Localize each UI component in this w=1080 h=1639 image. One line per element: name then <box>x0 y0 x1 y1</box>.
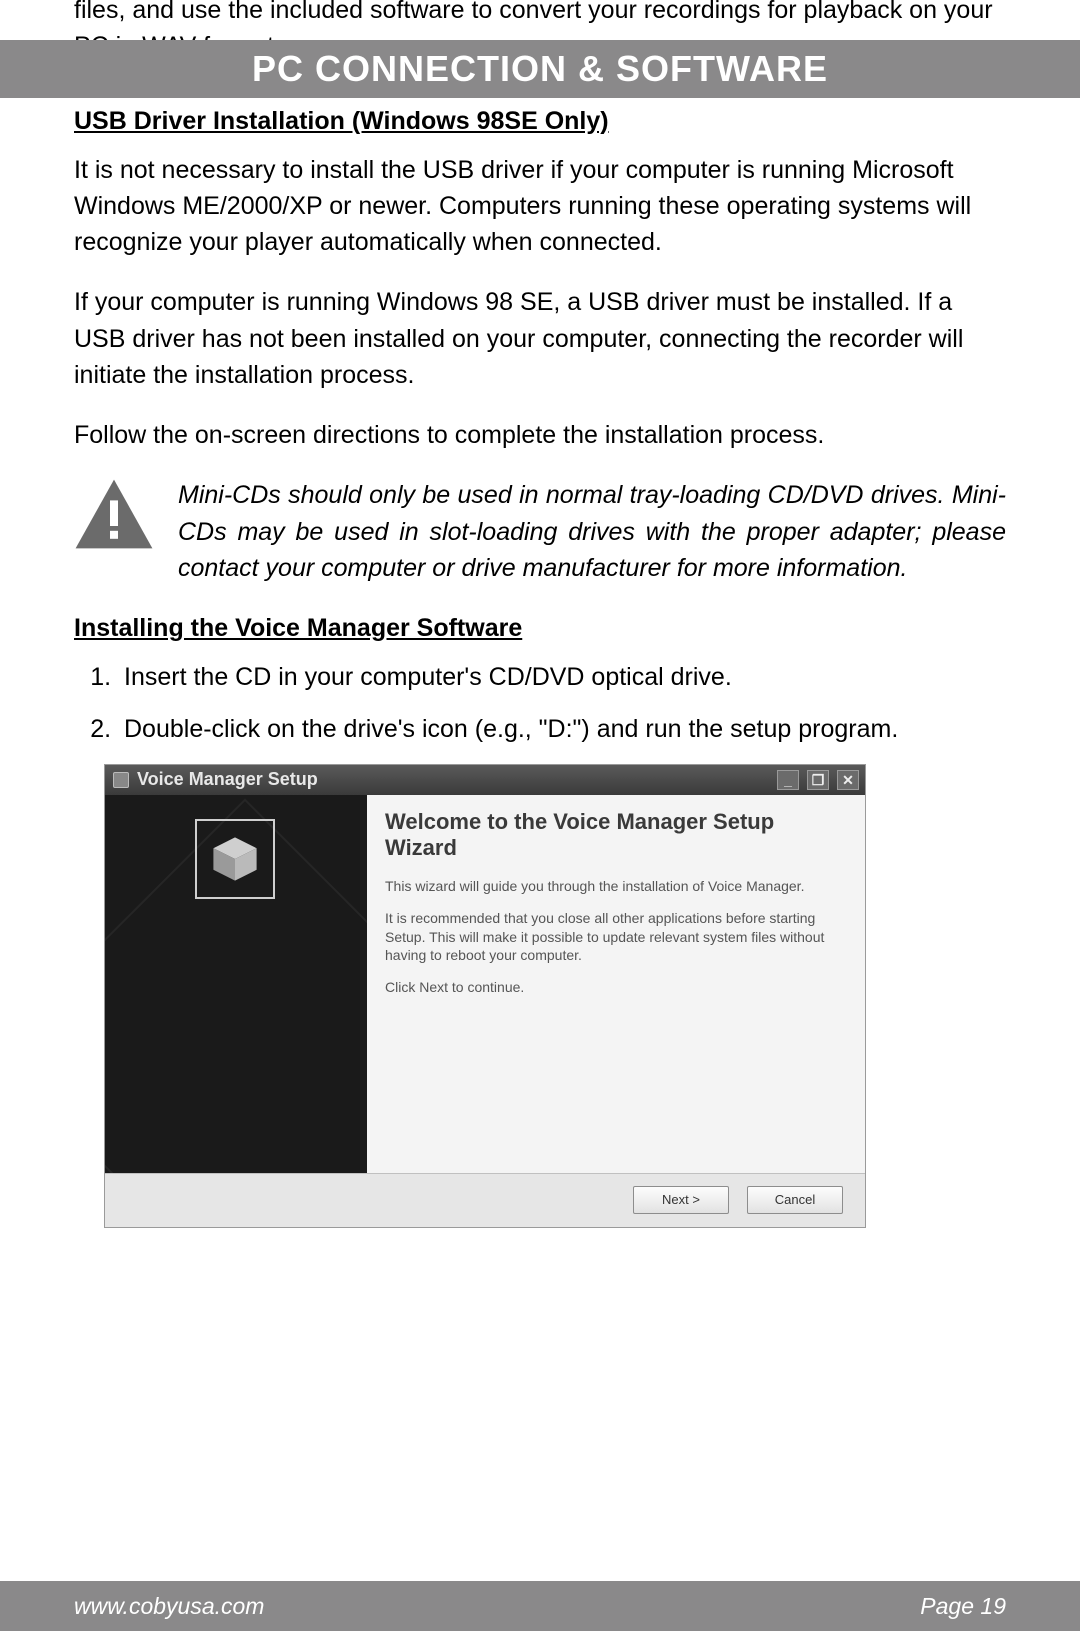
footer-page-number: Page 19 <box>920 1593 1006 1620</box>
para-usb-3: Follow the on-screen directions to compl… <box>74 417 1006 453</box>
heading-voice-manager: Installing the Voice Manager Software <box>74 614 1006 643</box>
install-steps-list: Insert the CD in your computer's CD/DVD … <box>118 659 1006 748</box>
minimize-button[interactable]: _ <box>777 770 799 790</box>
wizard-p1: This wizard will guide you through the i… <box>385 877 845 895</box>
banner-title: PC CONNECTION & SOFTWARE <box>252 48 828 90</box>
wizard-title: Voice Manager Setup <box>137 769 318 790</box>
cancel-button[interactable]: Cancel <box>747 1186 843 1214</box>
section-banner: PC CONNECTION & SOFTWARE <box>0 40 1080 98</box>
page-footer: www.cobyusa.com Page 19 <box>0 1581 1080 1631</box>
wizard-p2: It is recommended that you close all oth… <box>385 909 845 964</box>
heading-usb-driver: USB Driver Installation (Windows 98SE On… <box>74 107 1006 136</box>
warning-triangle-icon <box>74 477 154 551</box>
footer-url: www.cobyusa.com <box>74 1593 264 1620</box>
installer-box-icon <box>195 819 275 899</box>
warning-block: Mini-CDs should only be used in normal t… <box>74 477 1006 586</box>
next-button[interactable]: Next > <box>633 1186 729 1214</box>
step-1: Insert the CD in your computer's CD/DVD … <box>118 659 1006 695</box>
wizard-p3: Click Next to continue. <box>385 978 845 996</box>
setup-wizard-window: Voice Manager Setup _ ❐ ✕ Welcome to the… <box>104 764 866 1228</box>
step-2: Double-click on the drive's icon (e.g., … <box>118 711 1006 747</box>
wizard-sidebar <box>105 795 367 1173</box>
wizard-heading: Welcome to the Voice Manager Setup Wizar… <box>385 809 845 862</box>
para-usb-1: It is not necessary to install the USB d… <box>74 152 1006 261</box>
para-usb-2: If your computer is running Windows 98 S… <box>74 284 1006 393</box>
wizard-titlebar: Voice Manager Setup _ ❐ ✕ <box>105 765 865 795</box>
warning-text: Mini-CDs should only be used in normal t… <box>178 477 1006 586</box>
restore-button[interactable]: ❐ <box>807 770 829 790</box>
wizard-footer: Next > Cancel <box>105 1173 865 1227</box>
wizard-content: Welcome to the Voice Manager Setup Wizar… <box>367 795 865 1173</box>
close-button[interactable]: ✕ <box>837 770 859 790</box>
wizard-app-icon <box>113 772 129 788</box>
